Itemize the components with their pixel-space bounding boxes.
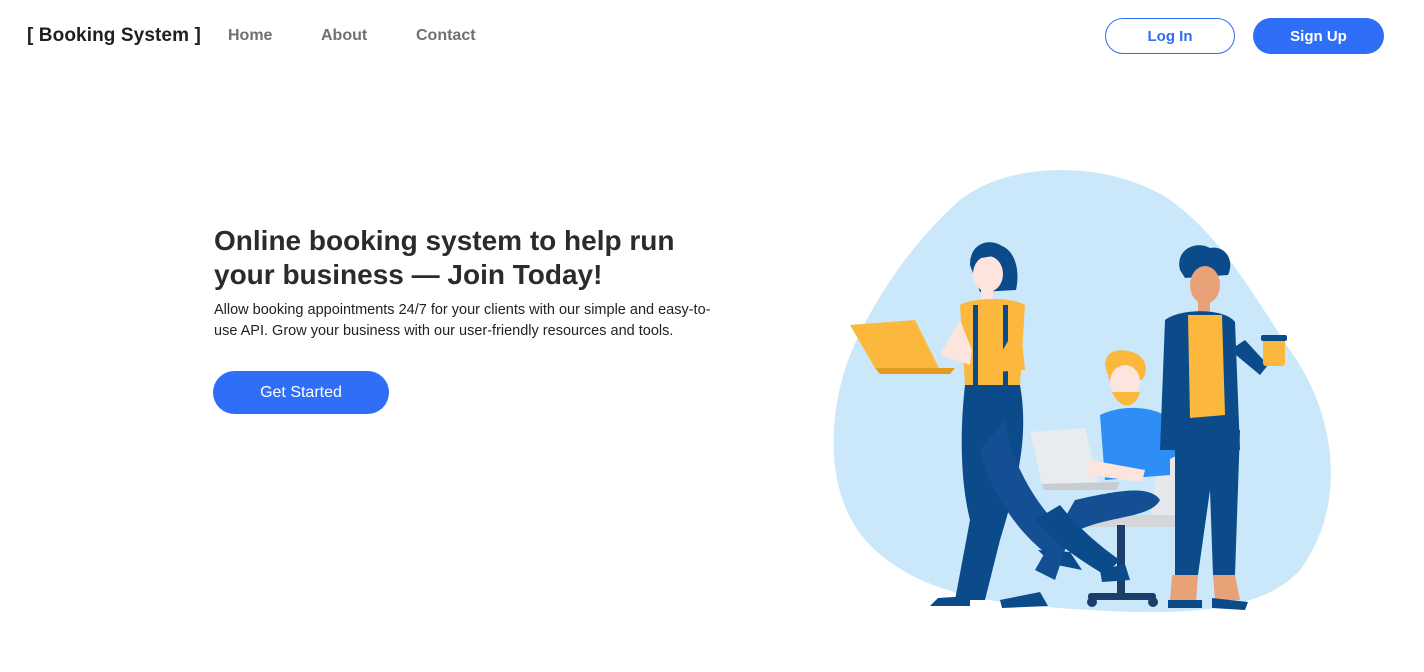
nav-link-about[interactable]: About	[321, 27, 367, 45]
signup-button[interactable]: Sign Up	[1253, 18, 1384, 54]
nav-link-contact[interactable]: Contact	[416, 27, 476, 45]
login-button[interactable]: Log In	[1105, 18, 1235, 54]
top-navbar: [ Booking System ] Home About Contact Lo…	[0, 0, 1424, 74]
brand-logo[interactable]: [ Booking System ]	[27, 25, 201, 47]
team-working-illustration	[833, 170, 1331, 613]
nav-link-home[interactable]: Home	[228, 27, 272, 45]
hero-subtitle: Allow booking appointments 24/7 for your…	[214, 302, 711, 339]
get-started-button[interactable]: Get Started	[213, 371, 389, 414]
hero-title: Online booking system to help run your b…	[214, 225, 675, 290]
